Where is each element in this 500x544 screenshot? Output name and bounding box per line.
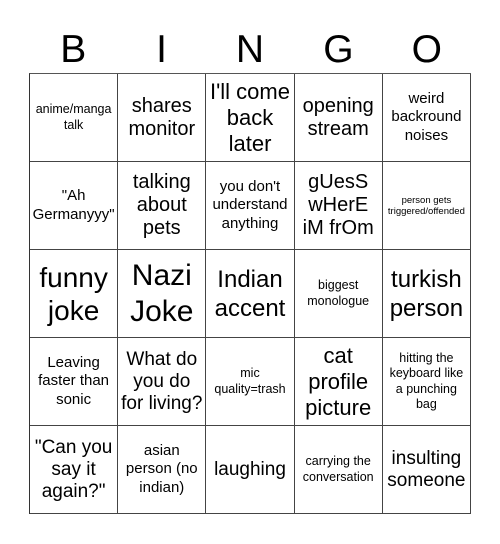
bingo-cell[interactable]: shares monitor: [118, 74, 207, 162]
header-letter-g: G: [323, 28, 354, 71]
bingo-cell[interactable]: you don't understand anything: [206, 162, 295, 250]
cell-text: hitting the keyboard like a punching bag: [389, 350, 464, 412]
cell-text: Indian accent: [214, 265, 286, 322]
cell-text: Leaving faster than sonic: [38, 353, 110, 408]
bingo-cell[interactable]: funny joke: [30, 250, 119, 338]
bingo-cell[interactable]: biggest monologue: [294, 250, 383, 338]
cell-text: carrying the conversation: [302, 454, 374, 484]
header-letter-n: N: [235, 28, 265, 71]
header-letter-i: I: [156, 28, 168, 71]
cell-text: talking about pets: [132, 171, 191, 239]
bingo-cell[interactable]: anime/manga talk: [30, 74, 119, 162]
cell-text: person gets triggered/offended: [387, 194, 465, 217]
cell-text: insulting someone: [387, 447, 466, 491]
bingo-cell[interactable]: opening stream: [294, 74, 383, 162]
cell-text: "Ah Germanyyy": [32, 187, 115, 223]
cell-text: anime/manga talk: [35, 102, 112, 132]
cell-text: cat profile picture: [305, 342, 372, 420]
cell-text: I'll come back later: [209, 78, 290, 156]
cell-text: opening stream: [302, 94, 374, 140]
bingo-cell[interactable]: mic quality=trash: [206, 338, 295, 426]
bingo-header: B I N G O: [29, 28, 471, 72]
bingo-cell[interactable]: hitting the keyboard like a punching bag: [382, 338, 471, 426]
bingo-cell[interactable]: gUesS wHerE iM frOm: [294, 162, 383, 250]
cell-text: biggest monologue: [307, 278, 370, 308]
cell-text: Nazi Joke: [130, 258, 194, 328]
bingo-cell[interactable]: laughing: [206, 426, 295, 514]
bingo-cell[interactable]: weird backround noises: [382, 74, 471, 162]
cell-text: mic quality=trash: [214, 366, 286, 396]
bingo-cell[interactable]: Leaving faster than sonic: [30, 338, 119, 426]
cell-text: weird backround noises: [391, 89, 462, 144]
cell-text: funny joke: [39, 261, 108, 326]
bingo-cell-free[interactable]: Nazi Joke: [118, 250, 207, 338]
cell-text: laughing: [214, 458, 286, 480]
bingo-cell[interactable]: Indian accent: [206, 250, 295, 338]
bingo-cell[interactable]: "Ah Germanyyy": [30, 162, 119, 250]
bingo-cell[interactable]: asian person (no indian): [118, 426, 207, 514]
bingo-cell[interactable]: talking about pets: [118, 162, 207, 250]
bingo-cell[interactable]: What do you do for living?: [118, 338, 207, 426]
bingo-cell[interactable]: turkish person: [382, 250, 471, 338]
header-letter-b: B: [60, 28, 87, 71]
cell-text: asian person (no indian): [125, 441, 198, 496]
bingo-cell[interactable]: insulting someone: [382, 426, 471, 514]
header-letter-o: O: [411, 28, 442, 71]
bingo-cell[interactable]: person gets triggered/offended: [382, 162, 471, 250]
bingo-grid: anime/manga talk shares monitor I'll com…: [29, 73, 471, 514]
cell-text: What do you do for living?: [121, 348, 203, 414]
bingo-cell[interactable]: cat profile picture: [294, 338, 383, 426]
bingo-cell[interactable]: I'll come back later: [206, 74, 295, 162]
bingo-cell[interactable]: "Can you say it again?": [30, 426, 119, 514]
cell-text: shares monitor: [128, 94, 196, 140]
cell-text: "Can you say it again?": [34, 436, 113, 502]
cell-text: you don't understand anything: [212, 177, 288, 232]
bingo-cell[interactable]: carrying the conversation: [294, 426, 383, 514]
cell-text: turkish person: [389, 265, 464, 322]
cell-text: gUesS wHerE iM frOm: [302, 171, 374, 239]
